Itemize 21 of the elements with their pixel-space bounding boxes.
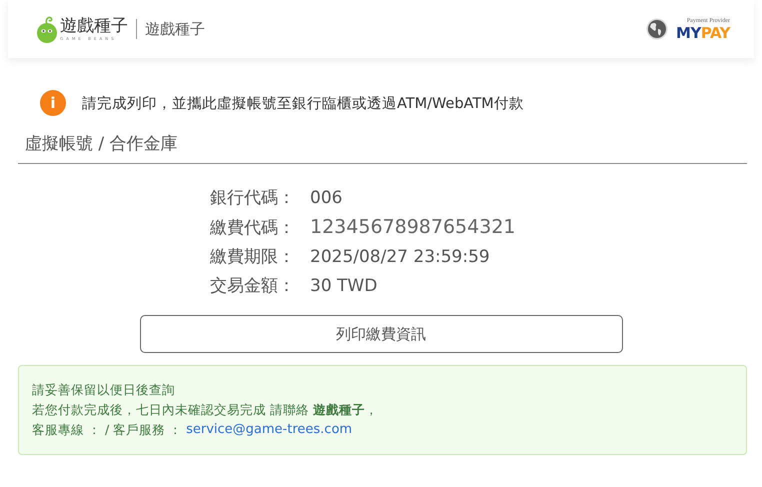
section-title: 虛擬帳號 / 合作金庫 xyxy=(18,132,747,164)
detail-label: 繳費期限： xyxy=(210,246,296,269)
email-link[interactable]: service@game-trees.com xyxy=(186,420,352,440)
detail-label: 交易金額： xyxy=(210,275,296,298)
info-icon: i xyxy=(40,90,66,116)
detail-value: 30 TWD xyxy=(310,275,378,298)
detail-value: 2025/08/27 23:59:59 xyxy=(310,246,490,269)
notice-text: 請完成列印，並攜此虛擬帳號至銀行臨櫃或透過ATM/WebATM付款 xyxy=(82,94,524,112)
detail-label: 銀行代碼： xyxy=(210,187,296,210)
mascot-icon xyxy=(36,14,58,44)
info-text: 請妥善保留以便日後查詢 xyxy=(32,381,176,399)
detail-value: 006 xyxy=(310,187,342,210)
brand-logo: MYPAY xyxy=(676,26,730,40)
logo-text: 遊戲種子 xyxy=(60,18,128,34)
info-text: 客服專線 ： / 客戶服務 ： xyxy=(32,421,182,439)
detail-label: 繳費代碼： xyxy=(210,217,296,240)
print-button[interactable]: 列印繳費資訊 xyxy=(140,315,622,353)
globe-icon xyxy=(646,18,668,40)
info-text: 若您付款完成後，七日內未確認交易完成 請聯絡 遊戲種子， xyxy=(32,401,379,419)
site-title: 遊戲種子 xyxy=(145,20,205,38)
detail-value: 12345678987654321 xyxy=(310,215,516,239)
